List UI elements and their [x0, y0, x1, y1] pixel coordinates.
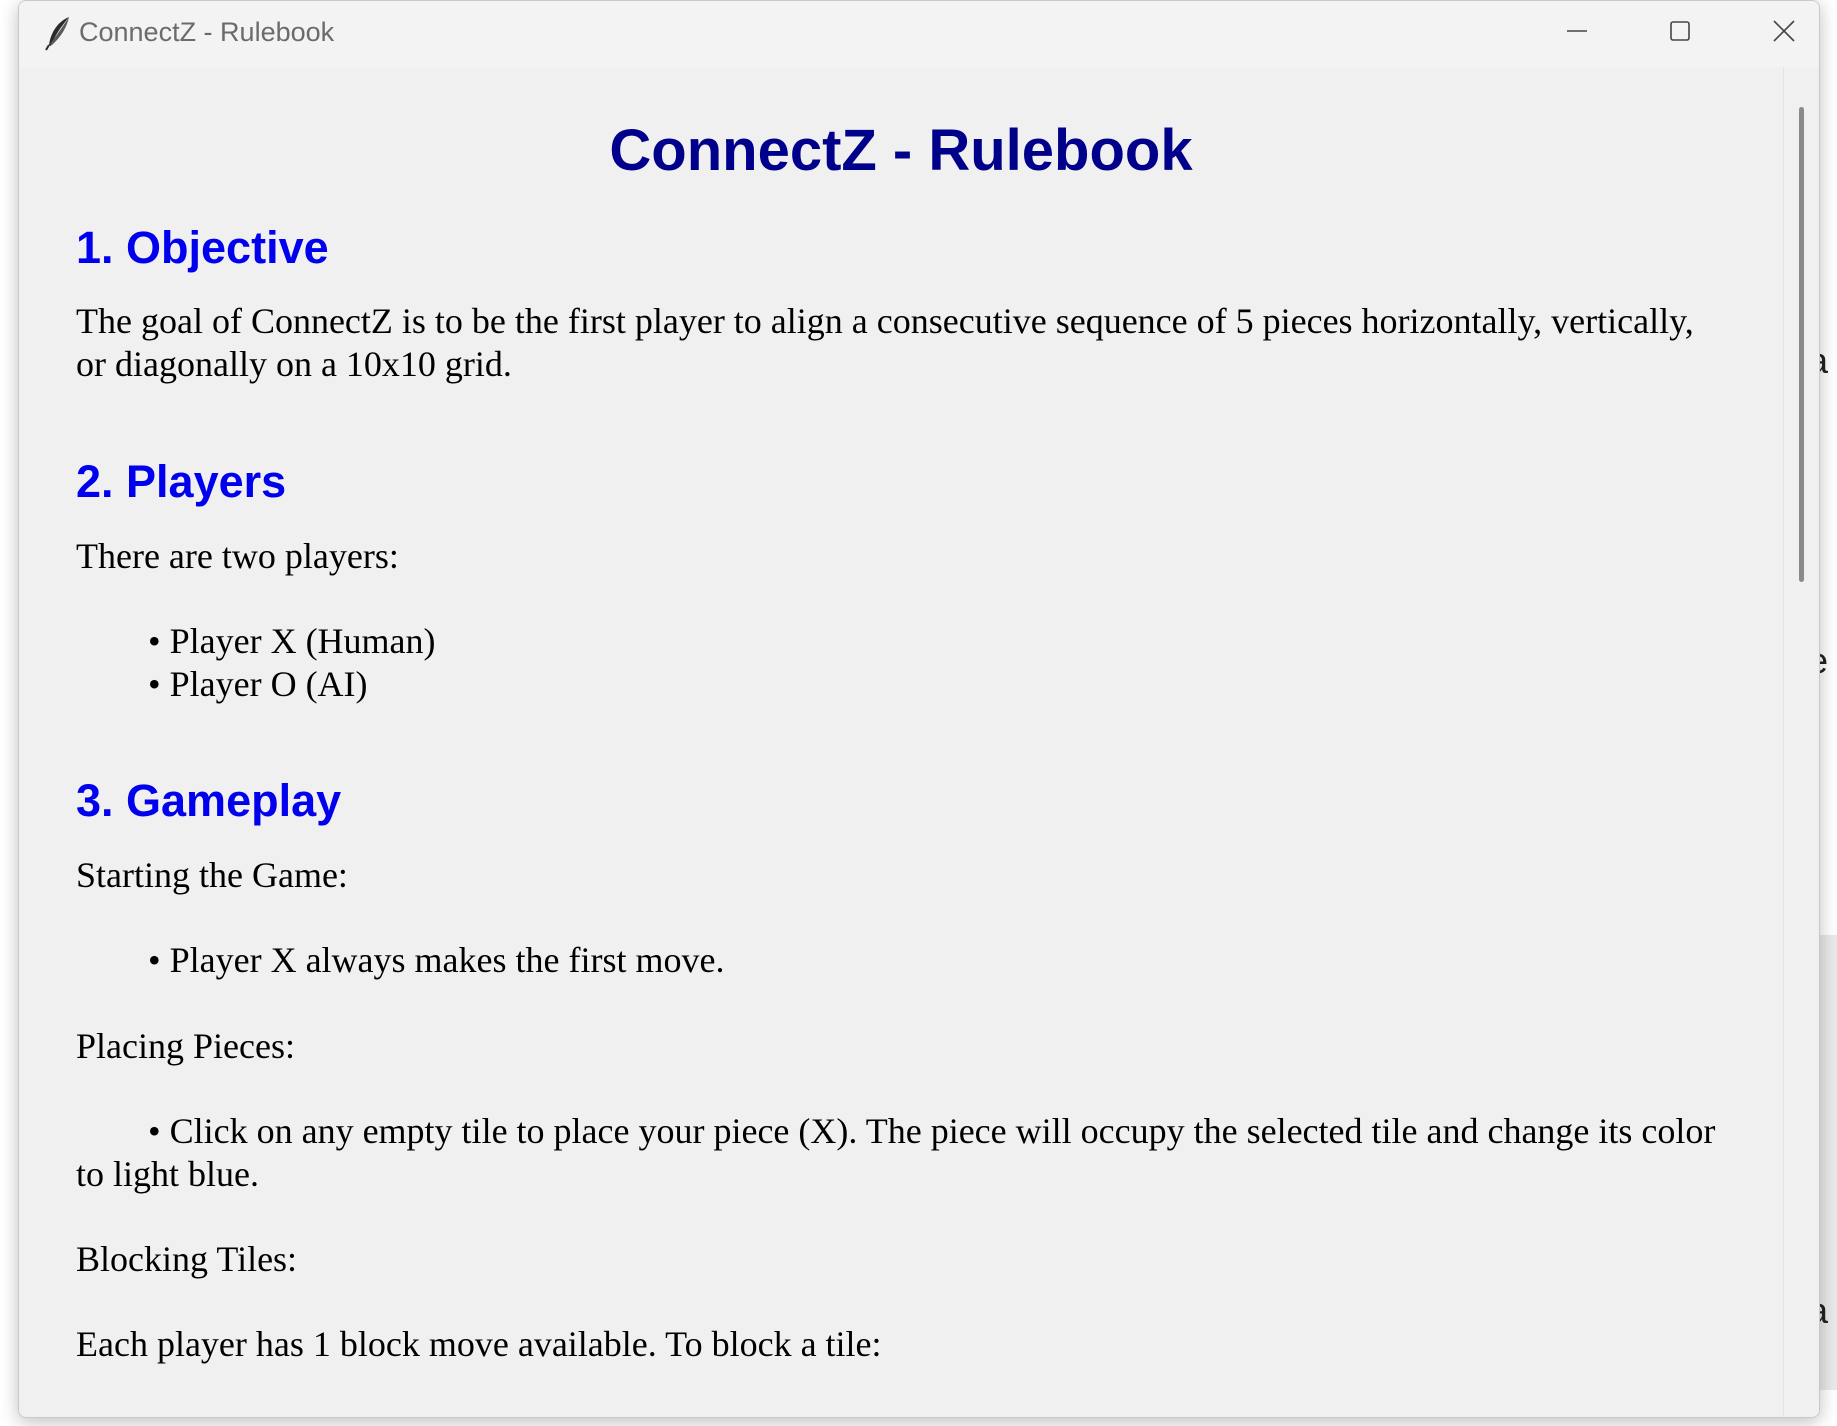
list-item: • Player X (Human) — [148, 621, 436, 661]
list-item: • Player X always makes the first move. — [148, 940, 725, 980]
placing-label: Placing Pieces: — [76, 1026, 295, 1066]
scrollbar-thumb[interactable] — [1799, 107, 1804, 582]
minimize-button[interactable] — [1523, 1, 1627, 61]
rulebook-window: ConnectZ - Rulebook ConnectZ - Rulebook … — [18, 0, 1820, 1418]
blocking-label: Blocking Tiles: — [76, 1239, 298, 1279]
rulebook-content[interactable]: ConnectZ - Rulebook 1. Objective The goa… — [19, 67, 1783, 1417]
section-heading-objective: 1. Objective — [76, 222, 329, 273]
maximize-button[interactable] — [1627, 1, 1731, 61]
page-title: ConnectZ - Rulebook — [609, 118, 1193, 183]
title-bar[interactable]: ConnectZ - Rulebook — [19, 1, 1819, 67]
vertical-scrollbar[interactable] — [1783, 67, 1819, 1417]
section-heading-players: 2. Players — [76, 456, 287, 507]
close-button[interactable] — [1731, 1, 1819, 61]
starting-label: Starting the Game: — [76, 855, 348, 895]
blocking-text: Each player has 1 block move available. … — [76, 1324, 882, 1364]
objective-text: The goal of ConnectZ is to be the first … — [76, 301, 1694, 384]
list-item: • Click on any empty tile to place your … — [76, 1111, 1716, 1194]
window-title: ConnectZ - Rulebook — [79, 17, 335, 47]
players-intro: There are two players: — [76, 536, 399, 576]
section-heading-gameplay: 3. Gameplay — [76, 775, 342, 826]
list-item: • Player O (AI) — [148, 664, 368, 704]
feather-icon — [41, 15, 75, 51]
